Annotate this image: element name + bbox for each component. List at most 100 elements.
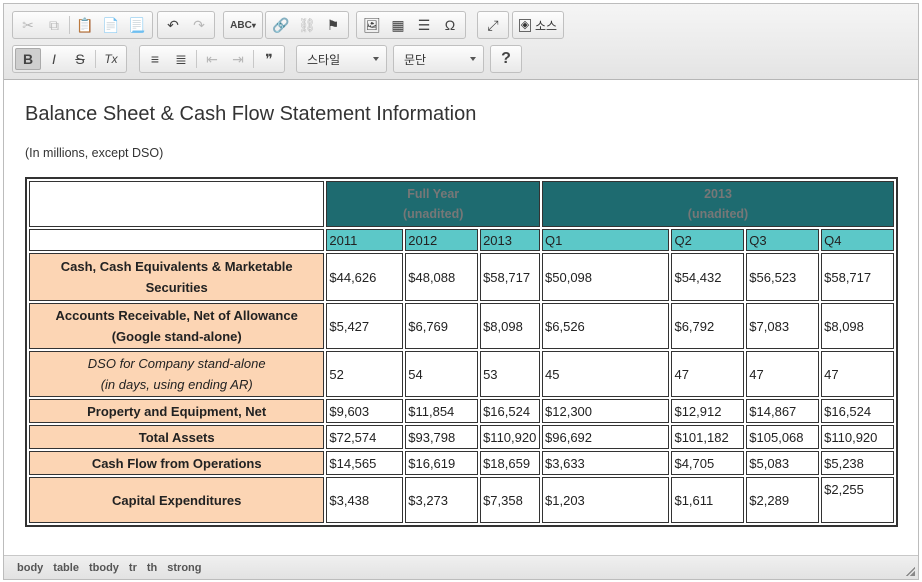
image-button[interactable]: 🖼: [359, 14, 385, 36]
table-cell[interactable]: $4,705: [671, 451, 745, 475]
blockquote-button[interactable]: ❞: [256, 48, 282, 70]
table-cell[interactable]: $3,273: [405, 477, 479, 523]
table-cell[interactable]: $16,524: [821, 399, 894, 423]
element-path-item[interactable]: body: [17, 562, 43, 574]
table-cell[interactable]: $6,792: [671, 303, 745, 349]
help-icon: ?: [501, 50, 511, 67]
table-cell[interactable]: $2,255: [821, 477, 894, 523]
paragraph-group: ≡ ≣ ⇤ ⇥ ❞: [139, 45, 285, 73]
remove-format-button[interactable]: Tx: [98, 48, 124, 70]
special-char-button[interactable]: Ω: [437, 14, 463, 36]
table-cell[interactable]: $11,854: [405, 399, 479, 423]
column-header: 2012: [405, 229, 479, 251]
table-cell[interactable]: $14,867: [746, 399, 820, 423]
table-cell[interactable]: $56,523: [746, 253, 820, 301]
spellcheck-button[interactable]: ABC ▾: [226, 14, 260, 36]
outdent-button[interactable]: ⇤: [199, 48, 225, 70]
undo-icon: ↶: [167, 16, 179, 33]
document-subtitle: (In millions, except DSO): [25, 146, 164, 160]
table-cell[interactable]: $44,626: [326, 253, 404, 301]
table-cell[interactable]: $58,717: [480, 253, 541, 301]
quote-icon: ❞: [265, 50, 273, 67]
table-button[interactable]: ▦: [385, 14, 411, 36]
table-cell[interactable]: $1,611: [671, 477, 745, 523]
paste-word-button[interactable]: 📃: [124, 14, 150, 36]
table-cell[interactable]: $5,238: [821, 451, 894, 475]
bold-icon: B: [22, 51, 34, 67]
table-cell[interactable]: $93,798: [405, 425, 479, 449]
table-cell[interactable]: $12,912: [671, 399, 745, 423]
table-cell[interactable]: $3,438: [326, 477, 404, 523]
link-button[interactable]: 🔗: [268, 14, 294, 36]
style-combo[interactable]: 스타일: [296, 45, 387, 73]
table-cell[interactable]: $110,920: [480, 425, 541, 449]
table-cell[interactable]: $9,603: [326, 399, 404, 423]
row-label-line: Cash Flow from Operations: [91, 455, 262, 471]
table-cell[interactable]: $7,083: [746, 303, 820, 349]
table-cell[interactable]: $6,526: [542, 303, 670, 349]
italic-button[interactable]: I: [41, 48, 67, 70]
table-cell[interactable]: $5,083: [746, 451, 820, 475]
maximize-button[interactable]: ⤢: [480, 14, 506, 36]
element-path-item[interactable]: tr: [129, 562, 137, 574]
table-cell[interactable]: 45: [542, 351, 670, 397]
copy-button[interactable]: ⧉: [41, 14, 67, 36]
table-cell[interactable]: $105,068: [746, 425, 820, 449]
numbered-list-button[interactable]: ≡: [142, 48, 168, 70]
table-cell[interactable]: $2,289: [746, 477, 820, 523]
table-cell[interactable]: 47: [671, 351, 745, 397]
element-path-item[interactable]: tbody: [89, 562, 119, 574]
table-cell[interactable]: $16,619: [405, 451, 479, 475]
format-combo[interactable]: 문단: [393, 45, 484, 73]
bulleted-list-button[interactable]: ≣: [168, 48, 194, 70]
table-row: DSO for Company stand-alone (in days, usi…: [29, 351, 894, 397]
table-cell[interactable]: $8,098: [821, 303, 894, 349]
table-cell[interactable]: $48,088: [405, 253, 479, 301]
table-cell[interactable]: $101,182: [671, 425, 745, 449]
table-cell[interactable]: $58,717: [821, 253, 894, 301]
table-cell[interactable]: $7,358: [480, 477, 541, 523]
row-label: Cash, Cash Equivalents & Marketable Secur…: [29, 253, 325, 301]
table-cell[interactable]: $96,692: [542, 425, 670, 449]
element-path-item[interactable]: table: [53, 562, 79, 574]
table-cell[interactable]: $14,565: [326, 451, 404, 475]
table-cell[interactable]: 47: [746, 351, 820, 397]
source-button[interactable]: ◈ 소스: [519, 17, 557, 34]
table-row: Capital Expenditures $3,438 $3,273 $7,358 $1…: [29, 477, 894, 523]
table-cell[interactable]: $72,574: [326, 425, 404, 449]
table-cell[interactable]: $5,427: [326, 303, 404, 349]
table-cell[interactable]: 47: [821, 351, 894, 397]
omega-icon: Ω: [444, 17, 456, 33]
table-cell[interactable]: 53: [480, 351, 541, 397]
element-path-item[interactable]: strong: [167, 562, 201, 574]
table-cell[interactable]: $50,098: [542, 253, 670, 301]
paste-text-button[interactable]: 📄: [98, 14, 124, 36]
help-button[interactable]: ?: [493, 48, 519, 70]
editor-content[interactable]: Balance Sheet & Cash Flow Statement Info…: [4, 81, 918, 555]
indent-button[interactable]: ⇥: [225, 48, 251, 70]
table-cell[interactable]: $8,098: [480, 303, 541, 349]
paste-word-icon: 📃: [128, 16, 146, 33]
resize-handle[interactable]: [905, 566, 915, 576]
anchor-button[interactable]: ⚑: [320, 14, 346, 36]
bold-button[interactable]: B: [15, 48, 41, 70]
strike-button[interactable]: S: [67, 48, 93, 70]
table-cell[interactable]: $12,300: [542, 399, 670, 423]
element-path-item[interactable]: th: [147, 562, 157, 574]
cut-button[interactable]: ✂: [15, 14, 41, 36]
table-cell[interactable]: 52: [326, 351, 404, 397]
table-cell[interactable]: $16,524: [480, 399, 541, 423]
undo-button[interactable]: ↶: [160, 14, 186, 36]
hr-button[interactable]: ☰: [411, 14, 437, 36]
table-cell[interactable]: $3,633: [542, 451, 670, 475]
table-cell[interactable]: 54: [405, 351, 479, 397]
table-cell[interactable]: $110,920: [821, 425, 894, 449]
paste-button[interactable]: 📋: [72, 14, 98, 36]
table-cell[interactable]: $54,432: [671, 253, 745, 301]
table-cell[interactable]: $6,769: [405, 303, 479, 349]
table-cell[interactable]: $1,203: [542, 477, 670, 523]
remove-format-icon: Tx: [104, 52, 118, 66]
redo-button[interactable]: ↷: [186, 14, 212, 36]
table-cell[interactable]: $18,659: [480, 451, 541, 475]
unlink-button[interactable]: ⛓: [294, 14, 320, 36]
